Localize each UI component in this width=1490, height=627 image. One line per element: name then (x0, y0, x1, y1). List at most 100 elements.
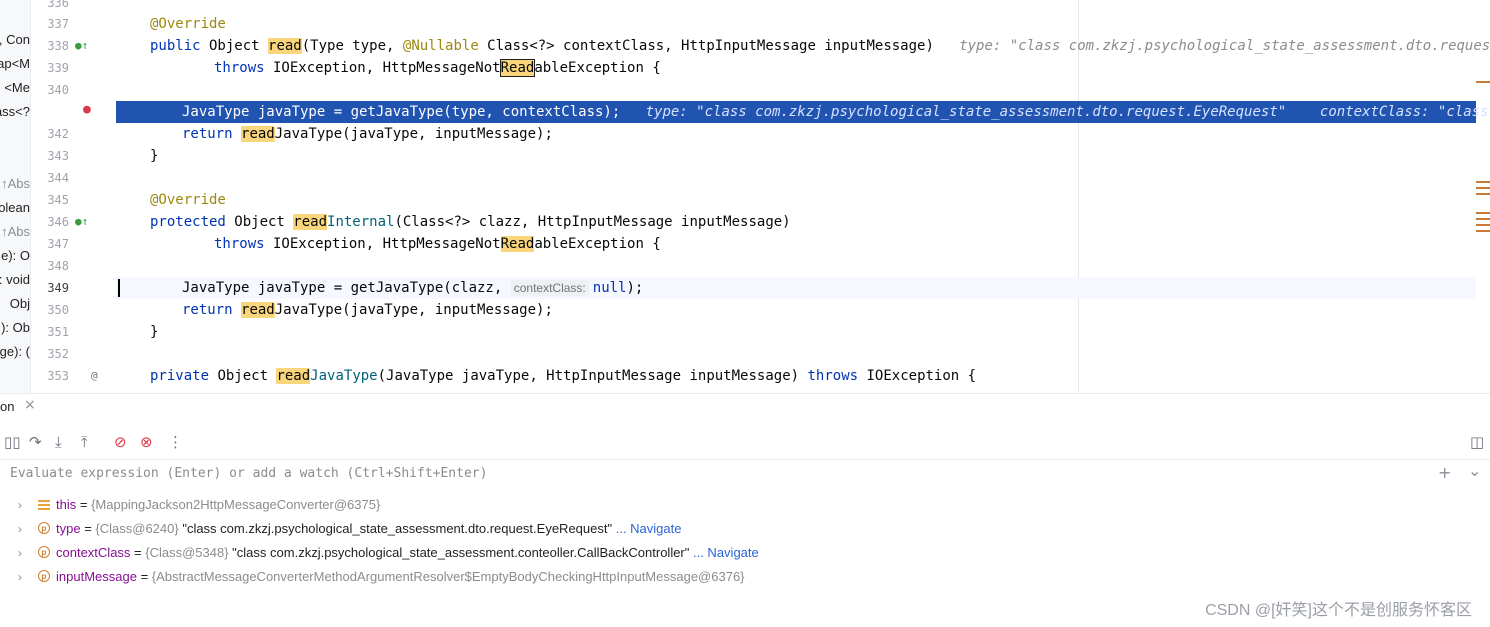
line-number: 348 (47, 259, 69, 273)
variable-name: type (56, 521, 81, 536)
variable-equals: = (130, 545, 146, 560)
line-number: 346 (47, 215, 69, 229)
code-text: (JavaType javaType, HttpInputMessage inp… (377, 368, 808, 384)
evaluate-expression-input[interactable] (10, 466, 1410, 481)
step-into-icon[interactable]: ⤓ (55, 433, 62, 451)
execution-point-line: JavaType javaType = getJavaType(type, co… (116, 101, 1488, 123)
scrollbar-marker[interactable] (1476, 81, 1490, 83)
code-editor[interactable]: @Override public Object read(Type type, … (116, 0, 1490, 393)
scrollbar-marker[interactable] (1476, 187, 1490, 189)
code-line: throws IOException, HttpMessageNotReadab… (116, 57, 1476, 79)
structure-item[interactable]: , Con (0, 32, 30, 47)
scrollbar-marker[interactable] (1476, 193, 1490, 195)
debug-tab-bar: on × (0, 393, 1490, 426)
code-text: IOException { (858, 368, 977, 384)
variable-value: "class com.zkzj.psychological_state_asse… (182, 521, 613, 536)
code-text: Object (200, 38, 269, 54)
variable-row[interactable]: › p inputMessage = {AbstractMessageConve… (0, 565, 1490, 589)
keyword: throws (214, 236, 265, 252)
scrollbar-marker[interactable] (1476, 230, 1490, 232)
add-watch-icon[interactable]: + (1438, 463, 1451, 482)
scrollbar-marker[interactable] (1476, 181, 1490, 183)
step-out-icon[interactable]: ⤒ (81, 433, 88, 451)
step-over-icon[interactable]: ↷ (29, 433, 42, 451)
structure-item[interactable]: e): O (1, 248, 30, 263)
expand-chevron-icon[interactable]: › (18, 493, 22, 517)
override-method-icon[interactable]: ●↑ (75, 216, 88, 228)
structure-item[interactable]: ↑Abs (1, 176, 30, 191)
parameter-hint: contextClass: (510, 280, 589, 296)
debug-tab-label[interactable]: on (0, 399, 14, 414)
line-number: 340 (47, 83, 69, 97)
view-breakpoints-icon[interactable]: ⊘ (114, 433, 127, 451)
keyword: throws (214, 60, 265, 76)
structure-item[interactable]: : void (0, 272, 30, 287)
structure-item[interactable]: ge): ( (0, 344, 30, 359)
structure-item[interactable]: ↑Abs (1, 224, 30, 239)
annotation-icon[interactable]: @ (91, 370, 98, 382)
line-number: 336 (47, 0, 69, 10)
variable-row[interactable]: › p contextClass = {Class@5348} "class c… (0, 541, 1490, 565)
expand-chevron-icon[interactable]: › (18, 565, 22, 589)
current-code-line: JavaType javaType = getJavaType(clazz, c… (116, 277, 1476, 299)
line-number: 338 (47, 39, 69, 53)
line-number: 337 (47, 17, 69, 31)
variable-equals: = (136, 569, 152, 584)
code-text: JavaType javaType = getJavaType(type, co… (182, 104, 621, 120)
code-text: JavaType javaType = getJavaType(clazz, (182, 280, 511, 296)
code-text: (Type type, (301, 38, 403, 54)
search-highlight: read (241, 302, 275, 318)
parameter-icon: p (38, 522, 50, 534)
layout-icon[interactable]: ◫ (1470, 433, 1484, 451)
structure-item[interactable]: <Me (4, 80, 30, 95)
more-options-icon[interactable]: ⋮ (168, 433, 183, 451)
code-line: return readJavaType(javaType, inputMessa… (116, 123, 1476, 145)
variable-object-id: {Class@6240} (95, 521, 183, 536)
history-dropdown-icon[interactable]: ⌄ (1468, 461, 1481, 480)
pause-icon[interactable]: ▯▯ (4, 433, 21, 451)
search-highlight: read (268, 38, 302, 54)
scrollbar-marker[interactable] (1476, 224, 1490, 226)
structure-item[interactable]: ): Ob (1, 320, 30, 335)
navigate-link[interactable]: ... Navigate (689, 545, 759, 560)
expand-chevron-icon[interactable]: › (18, 541, 22, 565)
scrollbar-marker[interactable] (1476, 212, 1490, 214)
keyword: return (182, 302, 233, 318)
search-highlight: read (241, 126, 275, 142)
editor-gutter[interactable]: 336 337 338 339 340 342 343 344 345 346 … (31, 0, 115, 393)
close-tab-icon[interactable]: × (24, 397, 36, 413)
line-number: 353 (47, 369, 69, 383)
scrollbar-marker[interactable] (1476, 218, 1490, 220)
parameter-icon: p (38, 570, 50, 582)
current-line-number: 349 (47, 281, 69, 295)
debug-inline-value: contextClass: "class com.zkzj (1319, 104, 1489, 120)
structure-item[interactable]: olean (0, 200, 30, 215)
search-highlight: Read (500, 236, 535, 252)
keyword: protected (150, 214, 226, 230)
structure-item[interactable]: Obj (10, 296, 30, 311)
structure-item[interactable]: ass<? (0, 104, 30, 119)
keyword: null (592, 280, 627, 296)
variable-row[interactable]: › p type = {Class@6240} "class com.zkzj.… (0, 517, 1490, 541)
mute-breakpoints-icon[interactable]: ⊗ (140, 433, 153, 451)
search-highlight: read (276, 368, 311, 384)
navigate-link[interactable]: ... Navigate (612, 521, 682, 536)
expand-chevron-icon[interactable]: › (18, 517, 22, 541)
line-number: 345 (47, 193, 69, 207)
code-text: ); (626, 280, 644, 296)
line-number: 350 (47, 303, 69, 317)
breakpoint-icon[interactable]: ● (83, 103, 91, 116)
override-method-icon[interactable]: ●↑ (75, 40, 88, 52)
code-text: } (150, 148, 159, 164)
code-text: IOException, HttpMessageNot (264, 236, 501, 252)
method-name: Internal (327, 214, 395, 230)
variable-row[interactable]: › this = {MappingJackson2HttpMessageConv… (0, 493, 1490, 517)
structure-item[interactable]: ap<M (0, 56, 30, 71)
code-line: return readJavaType(javaType, inputMessa… (116, 299, 1476, 321)
line-number: 344 (47, 171, 69, 185)
evaluate-expression-bar: + ⌄ (0, 459, 1490, 491)
variable-name: this (56, 497, 77, 512)
variable-equals: = (80, 521, 96, 536)
debug-inline-value: type: "class com.zkzj.psychological_stat… (645, 104, 1287, 120)
code-text: Object (225, 214, 294, 230)
